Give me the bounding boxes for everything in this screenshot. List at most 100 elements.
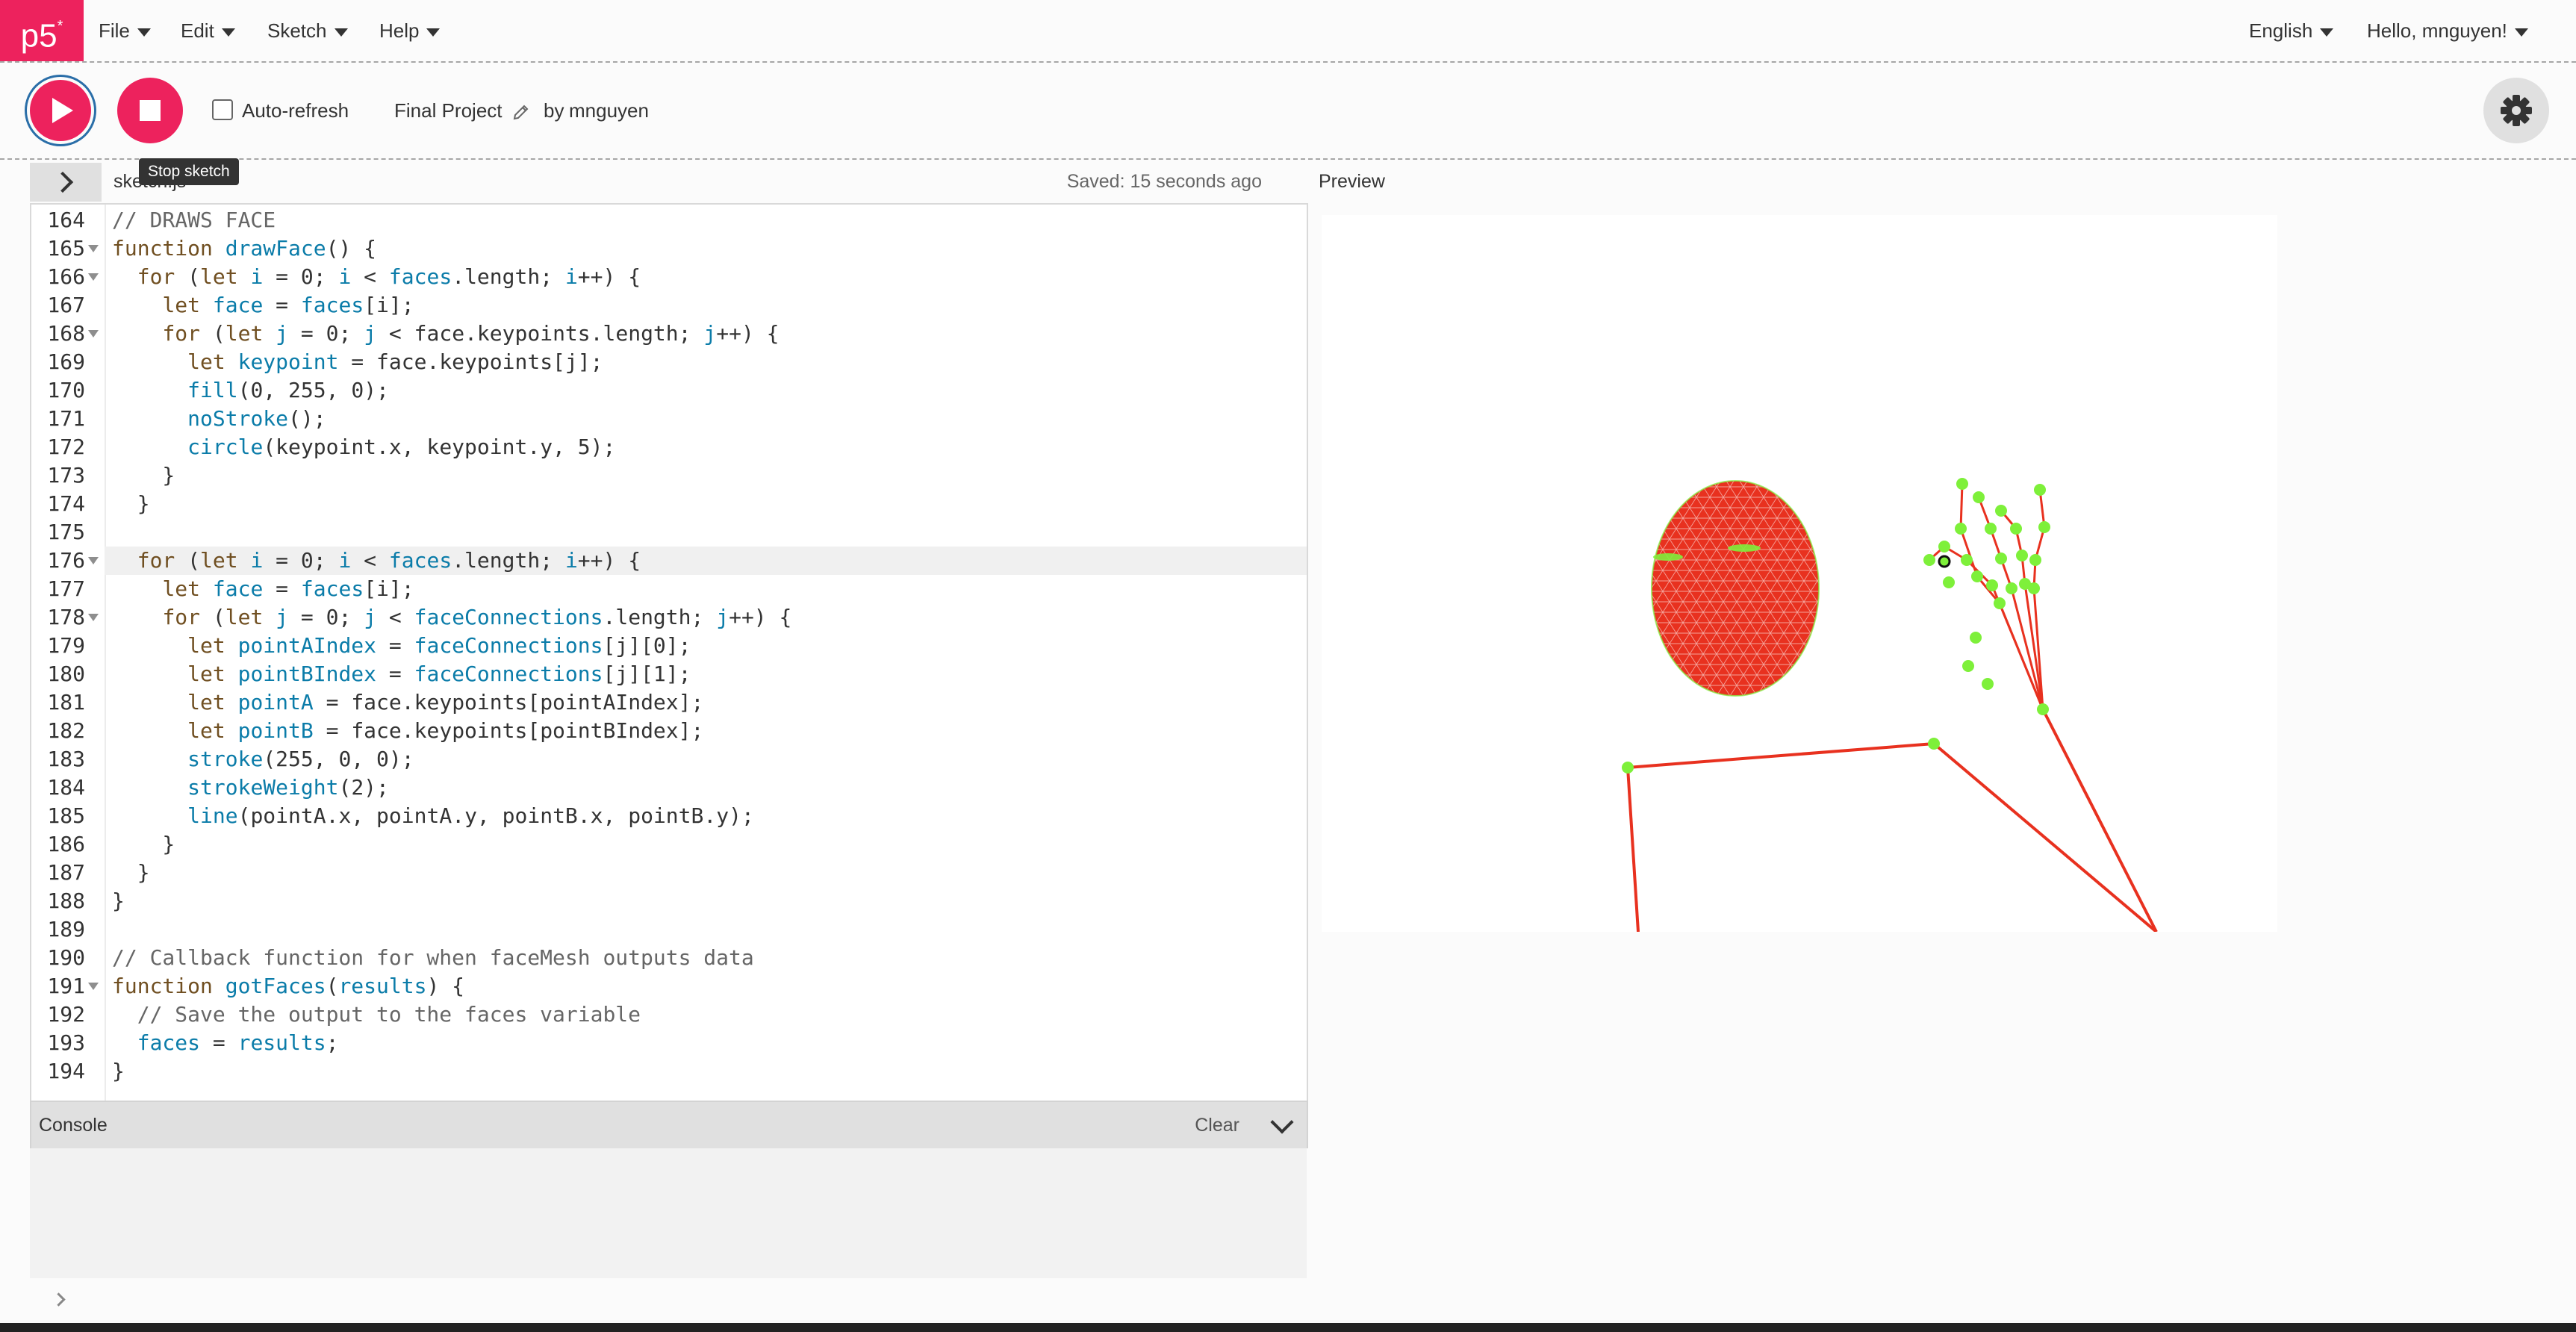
auto-refresh-checkbox[interactable]: [212, 99, 233, 120]
code-line[interactable]: 188}: [31, 887, 1301, 915]
code-text: for (let i = 0; i < faces.length; i++) {: [137, 264, 641, 289]
line-number: 181: [47, 690, 85, 715]
code-text: }: [112, 491, 150, 516]
pencil-icon[interactable]: [512, 103, 530, 121]
code-text: circle(keypoint.x, keypoint.y, 5);: [187, 435, 616, 459]
code-line[interactable]: 169 let keypoint = face.keypoints[j];: [31, 348, 1301, 376]
line-number: 166: [47, 264, 85, 289]
code-line[interactable]: 193 faces = results;: [31, 1029, 1301, 1057]
line-number: 186: [47, 832, 85, 856]
code-line[interactable]: 190 // Callback function for when faceMes…: [31, 944, 1301, 972]
fold-arrow-icon[interactable]: [88, 330, 99, 337]
code-line[interactable]: 167 let face = faces[i];: [31, 291, 1301, 320]
code-line[interactable]: 180 let pointBIndex = faceConnections[j]…: [31, 660, 1301, 688]
fold-arrow-icon[interactable]: [88, 245, 99, 252]
sidebar-toggle-button[interactable]: [30, 163, 102, 202]
logo-text: p5: [20, 17, 57, 55]
code-text: function gotFaces(results) {: [112, 974, 465, 998]
code-text: let pointBIndex = faceConnections[j][1];: [187, 662, 691, 686]
code-text: }: [112, 1059, 125, 1083]
code-line[interactable]: 173 }: [31, 461, 1301, 490]
console-output: [30, 1148, 1307, 1298]
fold-arrow-icon[interactable]: [88, 273, 99, 281]
line-number: 170: [47, 378, 85, 402]
saved-status: Saved: 15 seconds ago: [1066, 171, 1262, 192]
code-line[interactable]: 185 line(pointA.x, pointA.y, pointB.x, p…: [31, 802, 1301, 830]
code-line[interactable]: 171 noStroke();: [31, 405, 1301, 433]
code-line[interactable]: 179 let pointAIndex = faceConnections[j]…: [31, 632, 1301, 660]
code-text: let pointB = face.keypoints[pointBIndex]…: [187, 718, 704, 743]
console-title: Console: [39, 1115, 108, 1136]
code-text: for (let j = 0; j < faceConnections.leng…: [162, 605, 792, 629]
line-number: 165: [47, 236, 85, 261]
code-text: let face = faces[i];: [162, 576, 414, 601]
menu-edit[interactable]: Edit: [181, 0, 235, 61]
toolbar: Auto-refresh Final Project by mnguyen: [0, 63, 2576, 160]
line-number: 192: [47, 1002, 85, 1027]
code-line[interactable]: 172 circle(keypoint.x, keypoint.y, 5);: [31, 433, 1301, 461]
code-line[interactable]: 191 function gotFaces(results) {: [31, 972, 1301, 1000]
code-line[interactable]: 182 let pointB = face.keypoints[pointBIn…: [31, 717, 1301, 745]
code-line[interactable]: 164 // DRAWS FACE: [31, 206, 1301, 234]
play-button[interactable]: [30, 80, 91, 141]
code-text: strokeWeight(2);: [187, 775, 389, 800]
settings-button[interactable]: [2483, 78, 2549, 143]
code-line[interactable]: 170 fill(0, 255, 0);: [31, 376, 1301, 405]
code-line[interactable]: 166 for (let i = 0; i < faces.length; i+…: [31, 263, 1301, 291]
code-line[interactable]: 184 strokeWeight(2);: [31, 774, 1301, 802]
menu-edit-label: Edit: [181, 19, 214, 42]
stop-button[interactable]: [117, 78, 183, 143]
menu-file-label: File: [99, 19, 130, 42]
code-text: line(pointA.x, pointA.y, pointB.x, point…: [187, 803, 754, 828]
p5-logo[interactable]: p5*: [0, 0, 84, 61]
code-line[interactable]: 168 for (let j = 0; j < face.keypoints.l…: [31, 320, 1301, 348]
auto-refresh-label[interactable]: Auto-refresh: [242, 63, 349, 158]
code-text: noStroke();: [187, 406, 326, 431]
code-text: }: [112, 832, 175, 856]
stop-icon: [140, 100, 161, 121]
hand-skeleton: [1923, 478, 2050, 715]
code-line[interactable]: 183 stroke(255, 0, 0);: [31, 745, 1301, 774]
chevron-right-icon: [52, 171, 74, 193]
console-clear-button[interactable]: Clear: [1195, 1102, 1239, 1148]
code-line[interactable]: 177 let face = faces[i];: [31, 575, 1301, 603]
line-number: 180: [47, 662, 85, 686]
line-number: 187: [47, 860, 85, 885]
code-line[interactable]: 186 }: [31, 830, 1301, 859]
code-line[interactable]: 192 // Save the output to the faces vari…: [31, 1000, 1301, 1029]
bottom-bar: [0, 1323, 2576, 1332]
line-number: 193: [47, 1030, 85, 1055]
code-line[interactable]: 175: [31, 518, 1301, 547]
code-line[interactable]: 181 let pointA = face.keypoints[pointAIn…: [31, 688, 1301, 717]
code-line[interactable]: 189: [31, 915, 1301, 944]
fold-arrow-icon[interactable]: [88, 983, 99, 990]
menu-file[interactable]: File: [99, 0, 151, 61]
menu-help[interactable]: Help: [379, 0, 441, 61]
code-line[interactable]: 187 }: [31, 859, 1301, 887]
preview-canvas[interactable]: [1322, 215, 2277, 933]
fold-arrow-icon[interactable]: [88, 614, 99, 621]
line-number: 175: [47, 520, 85, 544]
language-menu[interactable]: English: [2249, 0, 2334, 61]
menu-sketch[interactable]: Sketch: [267, 0, 348, 61]
code-text: let pointAIndex = faceConnections[j][0];: [187, 633, 691, 658]
code-line[interactable]: 178 for (let j = 0; j < faceConnections.…: [31, 603, 1301, 632]
code-editor[interactable]: 164 // DRAWS FACE 165 function drawFace() {…: [30, 203, 1308, 1102]
author-link[interactable]: mnguyen: [569, 63, 649, 158]
stop-sketch-tooltip: Stop sketch: [139, 158, 239, 185]
user-menu[interactable]: Hello, mnguyen!: [2367, 0, 2528, 61]
gear-icon: [2501, 95, 2532, 126]
code-line[interactable]: 194}: [31, 1057, 1301, 1086]
console-input[interactable]: [30, 1278, 1307, 1323]
chevron-down-icon[interactable]: [1270, 1110, 1294, 1134]
line-number: 178: [47, 605, 85, 629]
code-line[interactable]: 174 }: [31, 490, 1301, 518]
caret-down-icon: [2514, 28, 2528, 37]
code-text: let keypoint = face.keypoints[j];: [187, 349, 603, 374]
menu-help-label: Help: [379, 19, 420, 42]
project-name[interactable]: Final Project: [394, 63, 503, 158]
code-line[interactable]: 176 for (let i = 0; i < faces.length; i+…: [31, 547, 1301, 575]
caret-down-icon: [221, 28, 235, 37]
fold-arrow-icon[interactable]: [88, 557, 99, 564]
code-line[interactable]: 165 function drawFace() {: [31, 234, 1301, 263]
